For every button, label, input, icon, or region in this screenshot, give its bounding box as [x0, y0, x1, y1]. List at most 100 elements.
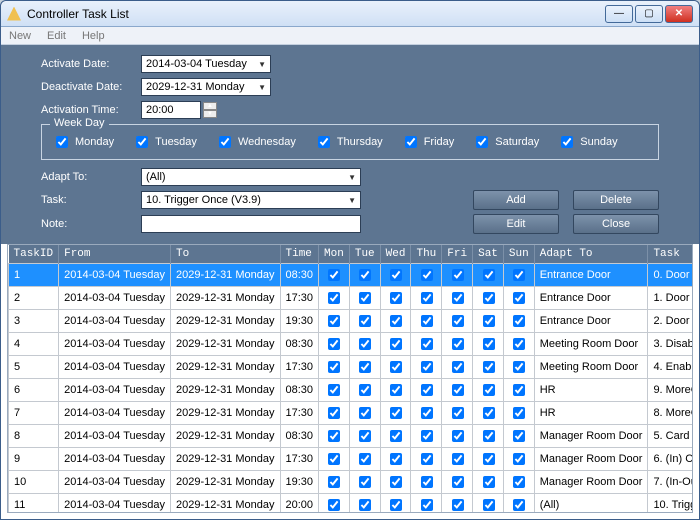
day-checkbox[interactable]: [328, 384, 340, 396]
day-checkbox[interactable]: [513, 453, 525, 465]
table-row[interactable]: 72014-03-04 Tuesday2029-12-31 Monday17:3…: [9, 402, 694, 425]
weekday-checkbox-thursday[interactable]: Thursday: [314, 133, 383, 151]
day-checkbox[interactable]: [328, 361, 340, 373]
day-checkbox[interactable]: [328, 476, 340, 488]
task-grid[interactable]: TaskIDFromToTimeMonTueWedThuFriSatSunAda…: [7, 244, 693, 513]
day-checkbox[interactable]: [483, 361, 495, 373]
day-checkbox[interactable]: [359, 430, 371, 442]
menu-item[interactable]: New: [9, 30, 31, 42]
activation-time-input[interactable]: 20:00: [141, 101, 201, 119]
day-checkbox[interactable]: [452, 315, 464, 327]
table-row[interactable]: 102014-03-04 Tuesday2029-12-31 Monday19:…: [9, 471, 694, 494]
weekday-checkbox-tuesday[interactable]: Tuesday: [132, 133, 197, 151]
column-header[interactable]: Wed: [380, 245, 411, 264]
day-checkbox[interactable]: [421, 338, 433, 350]
column-header[interactable]: From: [59, 245, 171, 264]
day-checkbox[interactable]: [328, 292, 340, 304]
day-checkbox[interactable]: [421, 430, 433, 442]
add-button[interactable]: Add: [473, 190, 559, 210]
note-input[interactable]: [141, 215, 361, 233]
day-checkbox[interactable]: [328, 269, 340, 281]
day-checkbox[interactable]: [483, 499, 495, 511]
day-checkbox[interactable]: [390, 338, 402, 350]
day-checkbox[interactable]: [328, 453, 340, 465]
table-row[interactable]: 42014-03-04 Tuesday2029-12-31 Monday08:3…: [9, 333, 694, 356]
day-checkbox[interactable]: [359, 453, 371, 465]
close-window-button[interactable]: ✕: [665, 5, 693, 23]
day-checkbox[interactable]: [452, 407, 464, 419]
day-checkbox[interactable]: [421, 407, 433, 419]
day-checkbox[interactable]: [513, 407, 525, 419]
menu-item[interactable]: Edit: [47, 30, 66, 42]
day-checkbox[interactable]: [359, 269, 371, 281]
day-checkbox[interactable]: [390, 315, 402, 327]
day-checkbox[interactable]: [390, 407, 402, 419]
column-header[interactable]: Time: [280, 245, 319, 264]
day-checkbox[interactable]: [513, 269, 525, 281]
maximize-button[interactable]: ▢: [635, 5, 663, 23]
column-header[interactable]: Sat: [473, 245, 504, 264]
day-checkbox[interactable]: [483, 476, 495, 488]
task-select[interactable]: 10. Trigger Once (V3.9) ▼: [141, 191, 361, 209]
column-header[interactable]: Adapt To: [534, 245, 648, 264]
day-checkbox[interactable]: [483, 315, 495, 327]
column-header[interactable]: Mon: [319, 245, 350, 264]
delete-button[interactable]: Delete: [573, 190, 659, 210]
day-checkbox[interactable]: [359, 292, 371, 304]
day-checkbox[interactable]: [483, 269, 495, 281]
weekday-checkbox-saturday[interactable]: Saturday: [472, 133, 539, 151]
table-row[interactable]: 32014-03-04 Tuesday2029-12-31 Monday19:3…: [9, 310, 694, 333]
minimize-button[interactable]: —: [605, 5, 633, 23]
day-checkbox[interactable]: [513, 430, 525, 442]
time-spinner[interactable]: ▲▼: [203, 102, 217, 118]
table-row[interactable]: 82014-03-04 Tuesday2029-12-31 Monday08:3…: [9, 425, 694, 448]
weekday-checkbox-monday[interactable]: Monday: [52, 133, 114, 151]
day-checkbox[interactable]: [390, 499, 402, 511]
day-checkbox[interactable]: [452, 361, 464, 373]
column-header[interactable]: Sun: [503, 245, 534, 264]
day-checkbox[interactable]: [452, 338, 464, 350]
day-checkbox[interactable]: [359, 476, 371, 488]
day-checkbox[interactable]: [328, 407, 340, 419]
day-checkbox[interactable]: [390, 292, 402, 304]
column-header[interactable]: Task: [648, 245, 693, 264]
day-checkbox[interactable]: [452, 384, 464, 396]
day-checkbox[interactable]: [421, 499, 433, 511]
column-header[interactable]: Fri: [442, 245, 473, 264]
table-row[interactable]: 12014-03-04 Tuesday2029-12-31 Monday08:3…: [9, 264, 694, 287]
day-checkbox[interactable]: [390, 384, 402, 396]
day-checkbox[interactable]: [483, 292, 495, 304]
day-checkbox[interactable]: [513, 315, 525, 327]
day-checkbox[interactable]: [359, 407, 371, 419]
day-checkbox[interactable]: [421, 384, 433, 396]
day-checkbox[interactable]: [359, 361, 371, 373]
column-header[interactable]: Thu: [411, 245, 442, 264]
day-checkbox[interactable]: [483, 430, 495, 442]
day-checkbox[interactable]: [483, 407, 495, 419]
edit-button[interactable]: Edit: [473, 214, 559, 234]
deactivate-date-input[interactable]: 2029-12-31 Monday ▼: [141, 78, 271, 96]
day-checkbox[interactable]: [483, 384, 495, 396]
day-checkbox[interactable]: [421, 476, 433, 488]
day-checkbox[interactable]: [452, 292, 464, 304]
day-checkbox[interactable]: [328, 499, 340, 511]
day-checkbox[interactable]: [513, 499, 525, 511]
column-header[interactable]: To: [171, 245, 280, 264]
table-row[interactable]: 112014-03-04 Tuesday2029-12-31 Monday20:…: [9, 494, 694, 514]
day-checkbox[interactable]: [421, 292, 433, 304]
day-checkbox[interactable]: [421, 315, 433, 327]
menu-item[interactable]: Help: [82, 30, 105, 42]
day-checkbox[interactable]: [513, 384, 525, 396]
day-checkbox[interactable]: [513, 476, 525, 488]
day-checkbox[interactable]: [452, 453, 464, 465]
day-checkbox[interactable]: [452, 476, 464, 488]
column-header[interactable]: TaskID: [9, 245, 59, 264]
table-row[interactable]: 92014-03-04 Tuesday2029-12-31 Monday17:3…: [9, 448, 694, 471]
day-checkbox[interactable]: [390, 453, 402, 465]
day-checkbox[interactable]: [328, 338, 340, 350]
day-checkbox[interactable]: [359, 315, 371, 327]
table-row[interactable]: 62014-03-04 Tuesday2029-12-31 Monday08:3…: [9, 379, 694, 402]
day-checkbox[interactable]: [421, 269, 433, 281]
day-checkbox[interactable]: [421, 361, 433, 373]
day-checkbox[interactable]: [483, 338, 495, 350]
